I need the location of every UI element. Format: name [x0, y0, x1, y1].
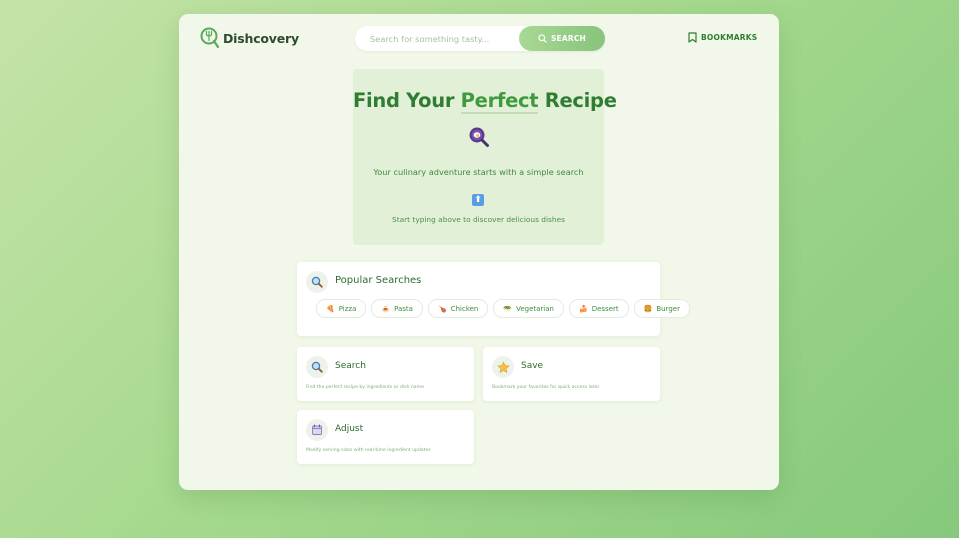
feature-card-search: Search Find the perfect recipe by ingred… [297, 347, 474, 401]
star-icon [492, 356, 514, 378]
bookmark-icon [688, 32, 697, 43]
chip-label: Burger [656, 304, 680, 313]
pizza-icon: 🍕 [326, 304, 335, 313]
title-part-1: Find Your [353, 89, 461, 112]
chip-label: Pasta [394, 304, 413, 313]
logo[interactable]: Dishcovery [200, 27, 299, 49]
calendar-icon [306, 419, 328, 441]
app-name: Dishcovery [223, 30, 299, 46]
chip-dessert[interactable]: 🍰 Dessert [568, 299, 629, 318]
title-highlight: Perfect [460, 89, 539, 114]
chip-label: Chicken [450, 304, 479, 313]
hero-hint: Start typing above to discover delicious… [392, 215, 565, 224]
feature-description: Bookmark your favorites for quick access… [492, 385, 600, 390]
feature-card-save: Save Bookmark your favorites for quick a… [483, 347, 660, 401]
hero-panel: Find Your Perfect Recipe Your culinary a… [353, 69, 617, 245]
hero-subtitle: Your culinary adventure starts with a si… [373, 167, 584, 177]
chicken-icon: 🍗 [437, 304, 447, 313]
popular-searches-title: Popular Searches [335, 275, 422, 286]
feature-card-adjust: Adjust Modify serving sizes with real-ti… [297, 410, 474, 464]
search-icon [538, 34, 547, 43]
burger-icon: 🍔 [643, 304, 653, 313]
chip-label: Dessert [591, 304, 619, 313]
chip-list: 🍕 Pizza 🍝 Pasta 🍗 Chicken 🥗 Vegetarian 🍰 Dess… [316, 299, 690, 318]
salad-icon: 🥗 [503, 304, 513, 313]
chip-pasta[interactable]: 🍝 Pasta [371, 299, 423, 318]
page-title: Find Your Perfect Recipe [353, 89, 617, 114]
feature-title: Search [335, 361, 366, 371]
popular-searches-card: Popular Searches 🍕 Pizza 🍝 Pasta 🍗 Chicken … [297, 262, 690, 336]
search-bar: SEARCH [355, 26, 605, 51]
search-button[interactable]: SEARCH [519, 26, 605, 51]
chip-burger[interactable]: 🍔 Burger [633, 299, 690, 318]
cake-icon: 🍰 [578, 304, 588, 313]
chip-chicken[interactable]: 🍗 Chicken [427, 299, 489, 318]
fork-pin-icon [200, 27, 220, 49]
bookmarks-link[interactable]: BOOKMARKS [688, 32, 757, 43]
frying-pan-icon [469, 127, 489, 147]
magnifier-icon [306, 271, 328, 293]
feature-title: Adjust [335, 424, 364, 434]
feature-description: Modify serving sizes with real-time ingr… [306, 448, 431, 453]
search-input[interactable] [370, 26, 515, 51]
bookmarks-label: BOOKMARKS [701, 33, 758, 42]
search-icon [306, 356, 328, 378]
up-arrow-icon: ⬆ [472, 194, 484, 206]
chip-label: Pizza [338, 304, 357, 313]
feature-description: Find the perfect recipe by ingredients o… [306, 385, 424, 390]
chip-label: Vegetarian [516, 304, 554, 313]
chip-pizza[interactable]: 🍕 Pizza [316, 299, 367, 318]
pasta-icon: 🍝 [381, 304, 391, 313]
chip-vegetarian[interactable]: 🥗 Vegetarian [493, 299, 564, 318]
title-part-3: Recipe [538, 89, 617, 112]
search-button-label: SEARCH [550, 34, 587, 43]
feature-title: Save [521, 361, 544, 371]
